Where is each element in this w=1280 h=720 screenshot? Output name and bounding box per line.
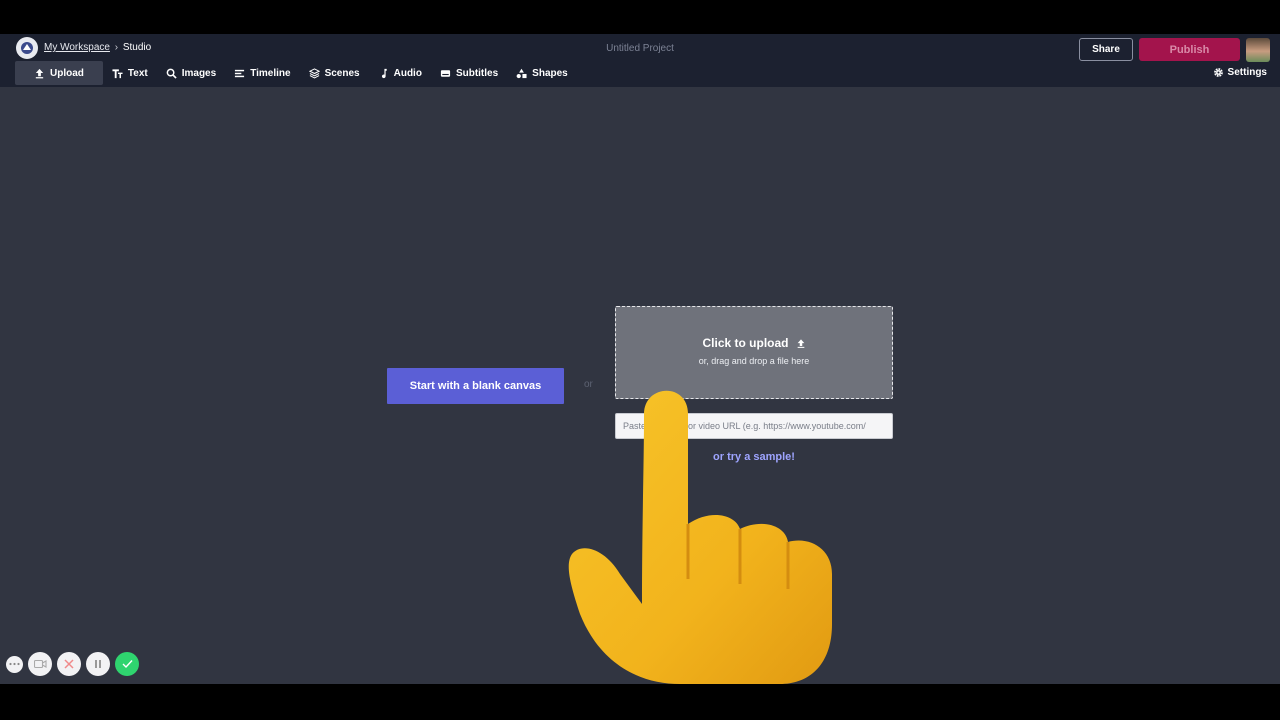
tab-shapes[interactable]: Shapes [507,61,577,85]
tab-text[interactable]: Text [103,61,157,85]
tab-label: Text [127,67,148,79]
text-icon [112,68,123,78]
camera-toggle-button[interactable] [28,652,52,676]
tab-timeline[interactable]: Timeline [225,61,299,85]
cancel-recording-button[interactable] [57,652,81,676]
upload-icon [797,338,804,348]
recorder-controls [6,652,139,676]
finish-recording-button[interactable] [115,652,139,676]
tab-upload[interactable]: Upload [15,61,103,85]
pause-recording-button[interactable] [86,652,110,676]
camera-off-icon [33,659,47,669]
check-icon [122,660,133,669]
layers-icon [308,67,320,78]
pause-icon [95,660,101,668]
upload-icon [35,68,44,78]
tab-label: Upload [50,67,84,79]
shapes-icon [516,68,527,78]
tab-audio[interactable]: Audio [369,61,431,85]
tab-label: Shapes [532,67,568,79]
music-note-icon [381,68,387,78]
upload-title: Click to upload [616,336,892,350]
top-bar: My Workspace › Studio Untitled Project S… [0,34,1280,87]
tab-images[interactable]: Images [157,61,225,85]
tab-subtitles[interactable]: Subtitles [431,61,507,85]
upload-subtitle: or, drag and drop a file here [698,356,810,366]
more-button[interactable] [6,655,23,673]
tab-label: Scenes [324,67,360,79]
upload-title-text: Click to upload [702,336,789,350]
app-window: My Workspace › Studio Untitled Project S… [0,34,1280,684]
tab-label: Audio [393,67,422,79]
blank-canvas-button[interactable]: Start with a blank canvas [387,368,564,404]
more-icon [9,662,20,666]
toolbar-tabs: Upload Text Images Timeline Scenes Audio [15,61,577,85]
subtitles-icon [440,69,451,77]
tab-label: Subtitles [455,67,499,79]
publish-button[interactable]: Publish [1139,38,1240,61]
tab-scenes[interactable]: Scenes [300,61,369,85]
pointing-hand-icon [568,390,832,684]
tab-label: Timeline [250,67,291,79]
avatar[interactable] [1246,38,1270,62]
share-button[interactable]: Share [1079,38,1133,61]
search-icon [166,68,177,79]
gear-icon [1213,68,1223,77]
close-icon [64,659,74,669]
settings-button[interactable]: Settings [1213,67,1267,78]
tab-label: Images [181,67,217,79]
settings-label: Settings [1227,67,1267,78]
timeline-icon [235,69,245,77]
